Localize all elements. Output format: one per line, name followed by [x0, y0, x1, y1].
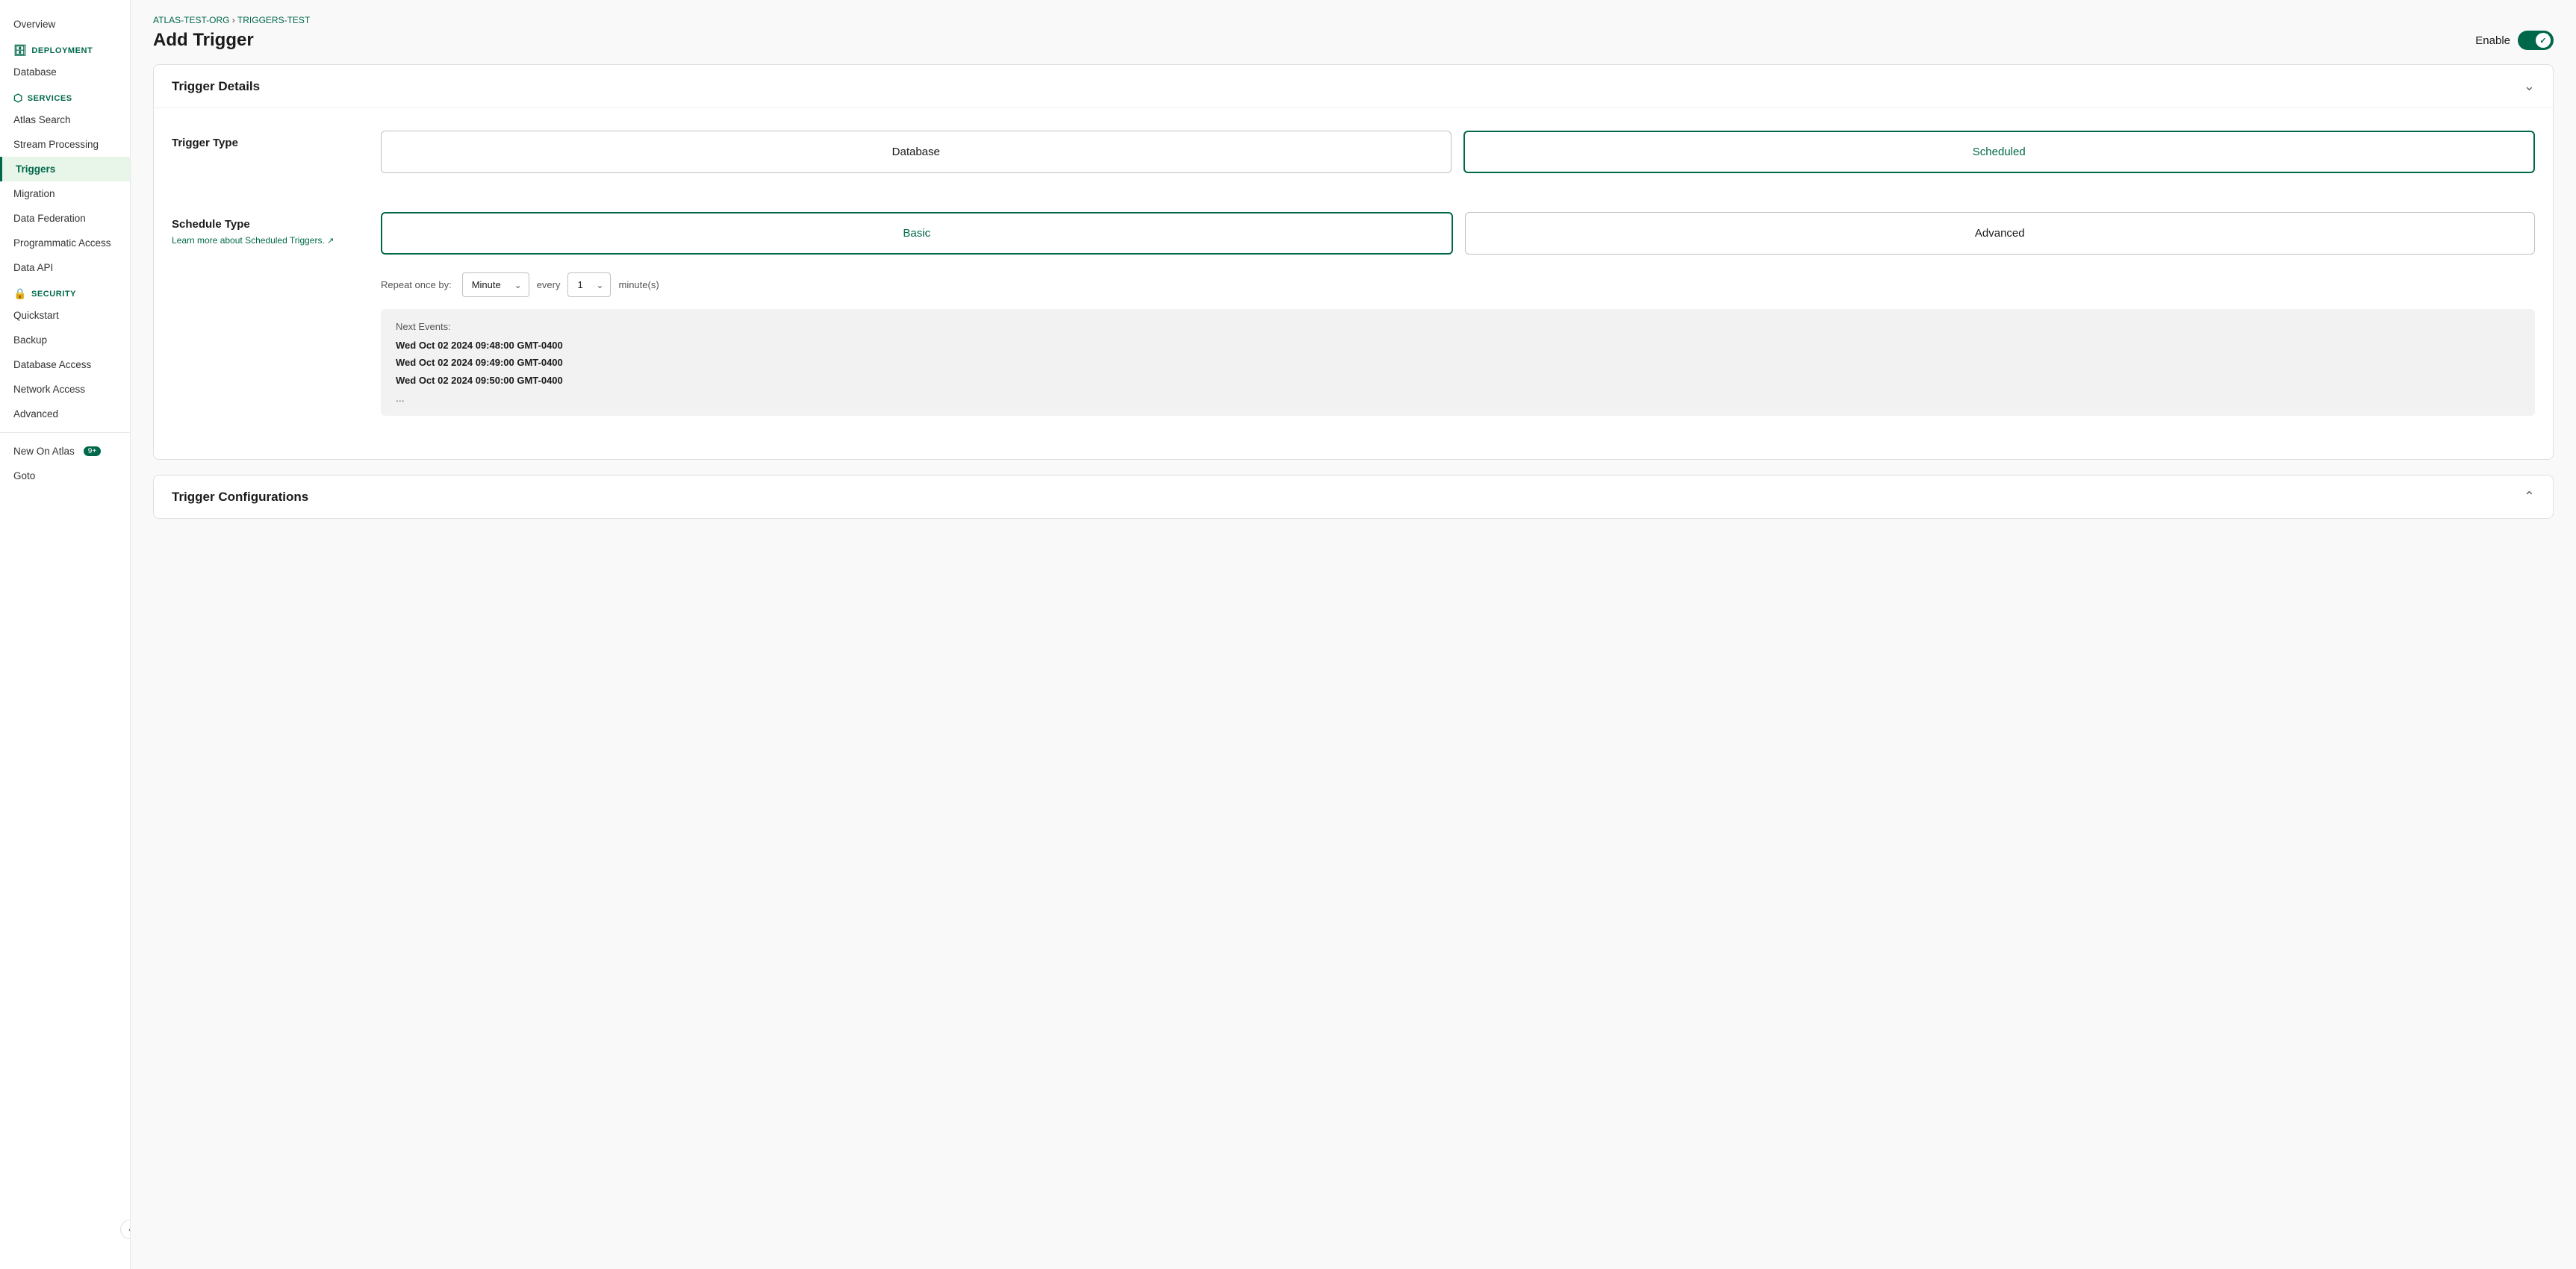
deployment-icon: 🗄	[13, 44, 27, 57]
schedule-type-buttons: Basic Advanced	[381, 212, 2535, 255]
repeat-row: Repeat once by: Minute ⌄ every 1	[381, 272, 2535, 297]
sidebar-item-backup[interactable]: Backup	[0, 328, 130, 352]
next-event-1: Wed Oct 02 2024 09:48:00 GMT-0400	[396, 337, 2520, 354]
sidebar-item-quickstart[interactable]: Quickstart	[0, 303, 130, 328]
sidebar-item-database[interactable]: Database	[0, 60, 130, 84]
interval-select-wrap: 1 ⌄	[567, 272, 611, 297]
sidebar-divider	[0, 432, 130, 433]
trigger-type-database-button[interactable]: Database	[381, 131, 1452, 173]
sidebar-item-network-access[interactable]: Network Access	[0, 377, 130, 402]
trigger-details-card-header[interactable]: Trigger Details ⌄	[154, 65, 2553, 108]
enable-label: Enable	[2475, 34, 2510, 47]
sidebar-item-atlas-search[interactable]: Atlas Search	[0, 107, 130, 132]
next-event-2: Wed Oct 02 2024 09:49:00 GMT-0400	[396, 354, 2520, 371]
trigger-configurations-title: Trigger Configurations	[172, 490, 308, 505]
every-label: every	[537, 279, 561, 290]
minute-select-wrap: Minute ⌄	[462, 272, 529, 297]
schedule-type-controls: Basic Advanced Repeat once by: Minute ⌄ …	[381, 212, 2535, 416]
learn-more-link[interactable]: Learn more about Scheduled Triggers. ↗	[172, 235, 381, 246]
sidebar-item-triggers[interactable]: Triggers	[0, 157, 130, 181]
trigger-type-scheduled-button[interactable]: Scheduled	[1463, 131, 2536, 173]
next-event-3: Wed Oct 02 2024 09:50:00 GMT-0400	[396, 372, 2520, 389]
trigger-configurations-card: Trigger Configurations ⌃	[153, 475, 2554, 519]
breadcrumb: ATLAS-TEST-ORG › TRIGGERS-TEST	[153, 15, 2554, 25]
new-on-atlas-badge: 9+	[84, 446, 101, 456]
sidebar-section-services: ⬡ SERVICES	[0, 84, 130, 107]
external-link-icon: ↗	[327, 237, 334, 246]
sidebar-item-stream-processing[interactable]: Stream Processing	[0, 132, 130, 157]
trigger-details-card: Trigger Details ⌄ Trigger Type Database …	[153, 64, 2554, 460]
next-events-box: Next Events: Wed Oct 02 2024 09:48:00 GM…	[381, 309, 2535, 416]
trigger-type-buttons: Database Scheduled	[381, 131, 2535, 173]
trigger-type-label: Trigger Type	[172, 137, 381, 149]
repeat-label: Repeat once by:	[381, 279, 452, 290]
trigger-type-row: Trigger Type Database Scheduled	[172, 131, 2535, 191]
sidebar-overview-label: Overview	[13, 19, 55, 30]
sidebar-collapse-button[interactable]: ‹	[120, 1220, 131, 1239]
enable-section: Enable	[2475, 31, 2554, 50]
trigger-details-chevron-down-icon: ⌄	[2524, 78, 2535, 94]
trigger-details-body: Trigger Type Database Scheduled Schedule…	[154, 108, 2553, 459]
sidebar-item-goto[interactable]: Goto	[0, 464, 130, 488]
security-icon: 🔒	[13, 287, 27, 300]
trigger-details-title: Trigger Details	[172, 79, 260, 94]
next-events-ellipsis: ...	[396, 392, 2520, 404]
sidebar-section-security: 🔒 SECURITY	[0, 280, 130, 303]
sidebar: Overview 🗄 DEPLOYMENT Database ⬡ SERVICE…	[0, 0, 131, 1269]
sidebar-section-deployment: 🗄 DEPLOYMENT	[0, 37, 130, 60]
main-content: ATLAS-TEST-ORG › TRIGGERS-TEST Add Trigg…	[131, 0, 2576, 1269]
trigger-configurations-chevron-up-icon: ⌃	[2524, 489, 2535, 505]
sidebar-item-advanced[interactable]: Advanced	[0, 402, 130, 426]
sidebar-item-new-on-atlas[interactable]: New On Atlas 9+	[0, 439, 130, 464]
trigger-type-controls: Database Scheduled	[381, 131, 2535, 191]
schedule-type-basic-button[interactable]: Basic	[381, 212, 1453, 255]
sidebar-item-migration[interactable]: Migration	[0, 181, 130, 206]
services-icon: ⬡	[13, 92, 23, 105]
page-title: Add Trigger	[153, 30, 254, 51]
unit-label: minute(s)	[618, 279, 659, 290]
sidebar-item-data-federation[interactable]: Data Federation	[0, 206, 130, 231]
sidebar-item-database-access[interactable]: Database Access	[0, 352, 130, 377]
schedule-type-label: Schedule Type	[172, 218, 381, 231]
next-events-title: Next Events:	[396, 321, 2520, 332]
breadcrumb-org[interactable]: ATLAS-TEST-ORG	[153, 15, 229, 25]
breadcrumb-app[interactable]: TRIGGERS-TEST	[237, 15, 310, 25]
sidebar-item-data-api[interactable]: Data API	[0, 255, 130, 280]
page-header: Add Trigger Enable	[153, 30, 2554, 51]
schedule-type-advanced-button[interactable]: Advanced	[1465, 212, 2536, 255]
sidebar-item-overview[interactable]: Overview	[0, 12, 130, 37]
interval-select[interactable]: 1	[567, 272, 611, 297]
minute-select[interactable]: Minute	[462, 272, 529, 297]
enable-toggle[interactable]	[2518, 31, 2554, 50]
sidebar-item-programmatic-access[interactable]: Programmatic Access	[0, 231, 130, 255]
schedule-type-label-col: Schedule Type Learn more about Scheduled…	[172, 212, 381, 246]
learn-more-anchor[interactable]: Learn more about Scheduled Triggers.	[172, 235, 325, 246]
schedule-type-row: Schedule Type Learn more about Scheduled…	[172, 212, 2535, 416]
trigger-configurations-card-header[interactable]: Trigger Configurations ⌃	[154, 476, 2553, 518]
trigger-type-label-col: Trigger Type	[172, 131, 381, 149]
